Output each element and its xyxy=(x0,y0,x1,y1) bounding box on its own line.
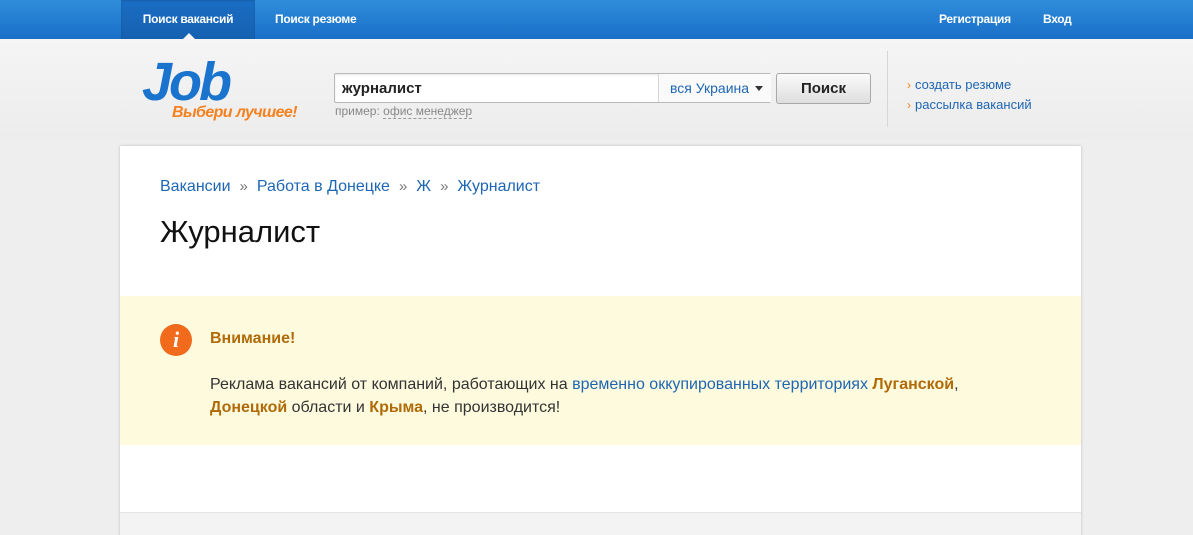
warning-notice: i Внимание! Реклама вакансий от компаний… xyxy=(120,296,1081,445)
lugansk-highlight: Луганской xyxy=(872,376,955,393)
search-input[interactable] xyxy=(335,74,657,102)
region-select-value: вся Украина xyxy=(670,80,750,96)
header: Job Выбери лучшее! вся Украина Поиск при… xyxy=(0,39,1193,139)
occupied-territories-link[interactable]: временно оккупированных территориях xyxy=(572,376,868,393)
side-links: › создать резюме › рассылка вакансий xyxy=(907,75,1032,115)
breadcrumb-separator: » xyxy=(440,178,449,195)
logo-slogan: Выбери лучшее! xyxy=(172,104,298,121)
notice-text-part: области и xyxy=(287,399,370,416)
tab-job-search[interactable]: Поиск вакансий xyxy=(121,0,255,39)
info-icon: i xyxy=(160,324,192,356)
site-logo[interactable]: Job Выбери лучшее! xyxy=(140,52,310,125)
newsletter-label: рассылка вакансий xyxy=(915,97,1032,112)
breadcrumb-donetsk-jobs[interactable]: Работа в Донецке xyxy=(257,178,390,195)
breadcrumb-vacancies[interactable]: Вакансии xyxy=(160,178,231,195)
page-title: Журналист xyxy=(160,214,321,249)
breadcrumb-separator: » xyxy=(398,178,408,195)
login-link[interactable]: Вход xyxy=(1043,0,1072,39)
create-resume-label: создать резюме xyxy=(915,77,1012,92)
top-nav-bar: Поиск вакансий Поиск резюме Регистрация … xyxy=(0,0,1193,39)
main-card: Вакансии » Работа в Донецке » Ж » Журналист Жу… xyxy=(120,146,1081,535)
notice-comma: , xyxy=(954,376,959,393)
notice-title: Внимание! xyxy=(210,330,296,347)
region-select[interactable]: вся Украина xyxy=(658,74,771,102)
newsletter-link[interactable]: › рассылка вакансий xyxy=(907,95,1032,115)
example-value-link[interactable]: офис менеджер xyxy=(383,104,473,119)
example-label: пример: xyxy=(335,104,380,118)
notice-text: Реклама вакансий от компаний, работающих… xyxy=(210,373,1040,419)
breadcrumb-journalist[interactable]: Журналист xyxy=(457,178,540,195)
register-link[interactable]: Регистрация xyxy=(939,0,1011,39)
tab-resume-search[interactable]: Поиск резюме xyxy=(275,0,357,39)
search-example: пример: офис менеджер xyxy=(335,104,473,119)
breadcrumb-separator: » xyxy=(239,178,248,195)
chevron-down-icon xyxy=(755,86,763,91)
create-resume-link[interactable]: › создать резюме xyxy=(907,75,1032,95)
search-button[interactable]: Поиск xyxy=(776,73,871,104)
chevron-right-icon: › xyxy=(907,98,911,112)
breadcrumb-letter[interactable]: Ж xyxy=(416,178,431,195)
breadcrumb: Вакансии » Работа в Донецке » Ж » Журналист xyxy=(160,178,540,196)
card-footer xyxy=(120,512,1081,535)
notice-text-part: , не производится! xyxy=(423,399,561,416)
crimea-highlight: Крыма xyxy=(369,399,424,416)
notice-text-part: Реклама вакансий от компаний, работающих… xyxy=(210,376,573,393)
header-divider xyxy=(887,51,888,127)
donetsk-highlight: Донецкой xyxy=(210,399,288,416)
chevron-right-icon: › xyxy=(907,78,911,92)
search-box: вся Украина xyxy=(334,73,771,103)
